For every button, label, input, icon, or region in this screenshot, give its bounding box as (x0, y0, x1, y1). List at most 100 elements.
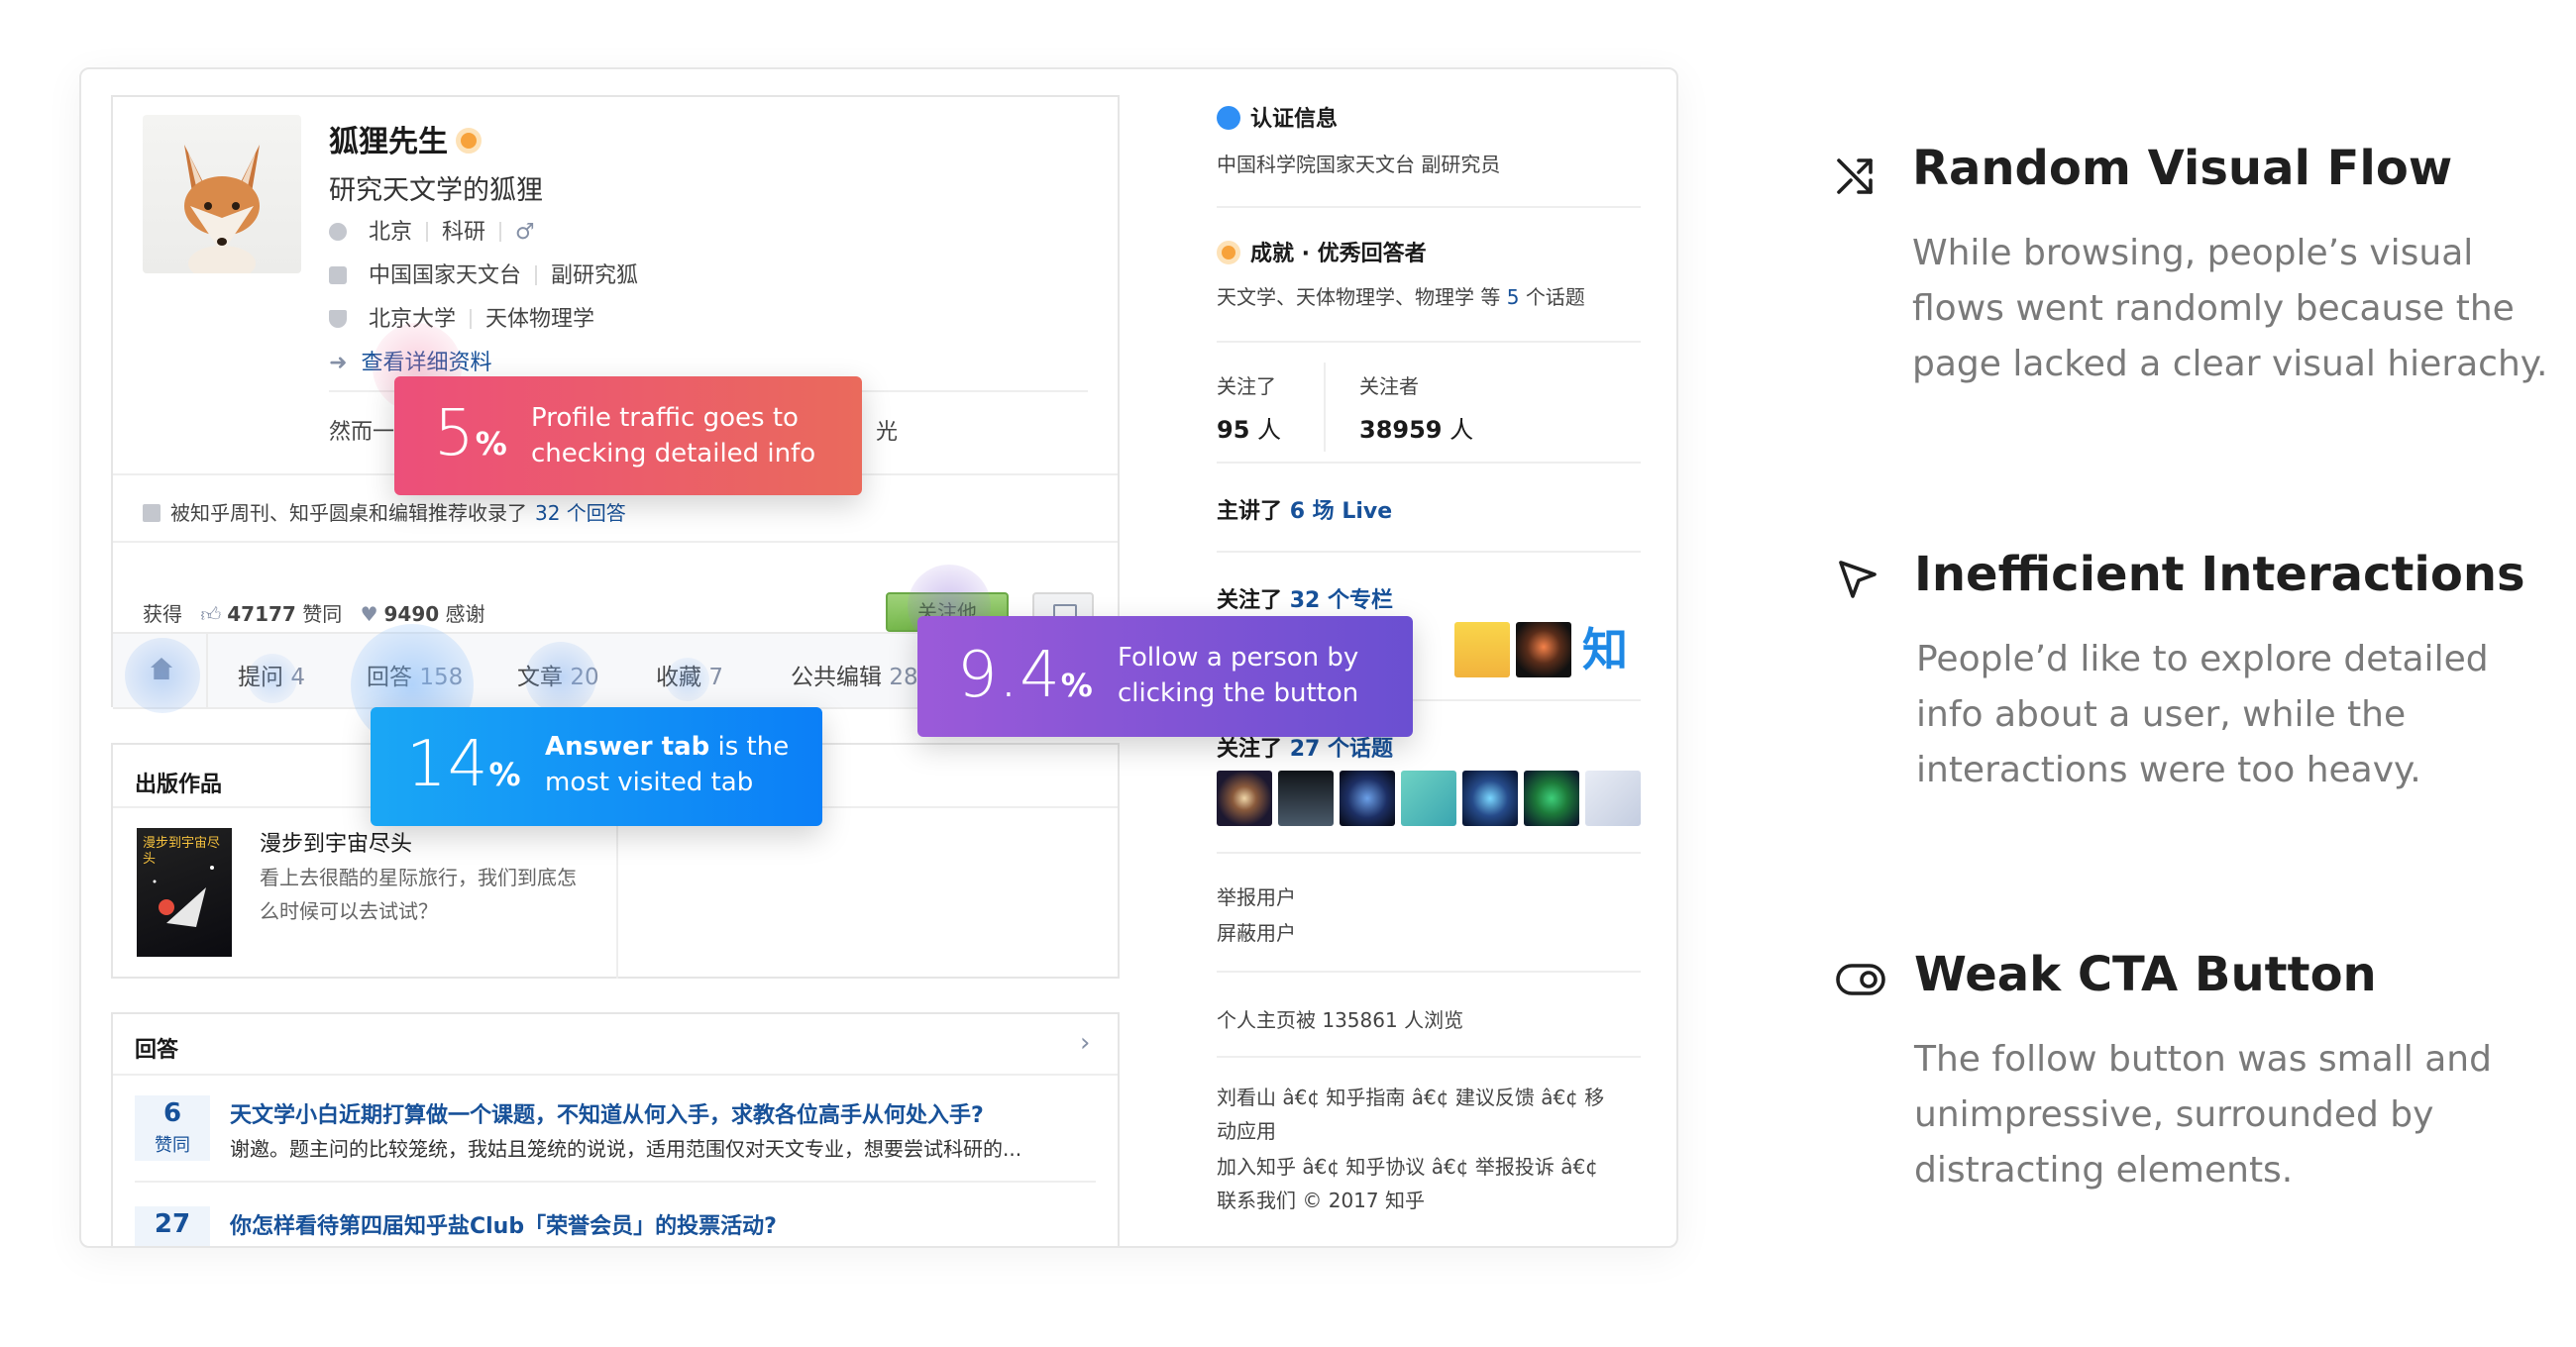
heatmap-spot (248, 654, 297, 703)
achievement-title: 成就 · 优秀回答者 (1250, 242, 1427, 266)
column-thumbnail[interactable] (1454, 622, 1510, 677)
chevron-right-icon[interactable]: › (1080, 1028, 1090, 1058)
achievement-row: 成就 · 优秀回答者 (1217, 236, 1427, 267)
insight-title: Inefficient Interactions (1914, 547, 2525, 602)
heart-icon: ♥ (360, 602, 378, 626)
topic-thumbnail[interactable] (1401, 771, 1456, 826)
tab-public-edits[interactable]: 公共编辑 284 (791, 658, 932, 691)
insight-body: People’d like to explore detailed info ab… (1916, 639, 2489, 790)
likes-label: 赞同 (302, 602, 343, 626)
employer-text: 中国国家天文台 (369, 263, 522, 288)
recommend-text: 被知乎周刊、知乎圆桌和编辑推荐收录了 (170, 501, 527, 525)
profile-screenshot: 狐狸先生 研究天文学的狐狸 北京 科研 ♂ 中国国家天文台 副研究狐 北京大学 天体物理… (79, 67, 1678, 1248)
stats-row: 获得 👍︎ 47177 赞同 ♥ 9490 感谢 (143, 598, 485, 627)
fox-avatar-illustration (184, 145, 260, 273)
divider (1217, 852, 1641, 854)
report-user-link[interactable]: 举报用户 (1217, 881, 1296, 910)
profile-name: 狐狸先生 (329, 117, 482, 160)
divider (1217, 551, 1641, 553)
divider (1217, 462, 1641, 464)
topic-thumbnail[interactable] (1462, 771, 1518, 826)
topic-thumbnail[interactable] (1585, 771, 1641, 826)
answer-question-link[interactable]: 你怎样看待第四届知乎盐Club「荣誉会员」的投票活动? (230, 1208, 777, 1240)
followers-count[interactable]: 38959 人 (1359, 410, 1473, 445)
columns-row[interactable]: 关注了 32 个专栏 (1217, 582, 1393, 614)
insight-body: While browsing, people’s visual flows wen… (1912, 233, 2548, 384)
topic-thumbnail[interactable] (1278, 771, 1334, 826)
divider (1217, 206, 1641, 208)
book-description: 看上去很酷的星际旅行，我们到底怎 (260, 866, 577, 889)
callout-percent: 9.4% (957, 639, 1094, 712)
thumbs-up-icon: 👍︎ (200, 602, 222, 626)
briefcase-icon (329, 266, 347, 284)
achievement-badge-icon (1217, 241, 1240, 264)
zhihu-logo-icon[interactable]: 知 (1577, 622, 1633, 677)
topic-thumbnail[interactable] (1340, 771, 1395, 826)
topic-thumbnail[interactable] (1524, 771, 1579, 826)
bookmark-icon (143, 504, 161, 522)
divider (1217, 341, 1641, 343)
divider (616, 806, 618, 979)
male-gender-icon: ♂ (515, 220, 535, 245)
topic-thumbnails (1217, 771, 1641, 826)
bio-start: 然而一 (329, 420, 395, 445)
answer-question-link[interactable]: 天文学小白近期打算做一个课题，不知道从何入手，求教各位高手从何处入手? (230, 1097, 984, 1129)
thanks-count: 9490 (383, 602, 440, 626)
cert-row: 认证信息 (1217, 101, 1338, 133)
callout-text: checking detailed info (531, 439, 816, 468)
callout-percent: 14% (406, 728, 522, 801)
major-text: 天体物理学 (485, 307, 595, 332)
block-user-link[interactable]: 屏蔽用户 (1217, 917, 1296, 946)
divider (113, 541, 1118, 543)
callout-text: Answer tab is the (545, 732, 790, 762)
avatar (143, 115, 301, 273)
heatmap-spot (125, 638, 200, 713)
rocket-illustration (153, 866, 214, 927)
callout-text: Follow a person by (1118, 643, 1359, 673)
book-description: 么时候可以去试试？ (260, 899, 438, 923)
footer-links[interactable]: 加入知乎 â€¢ 知乎协议 â€¢ 举报投诉 â€¢ (1217, 1151, 1598, 1180)
book-title[interactable]: 漫步到宇宙尽头 (260, 826, 412, 858)
recommend-row: 被知乎周刊、知乎圆桌和编辑推荐收录了 32 个回答 (143, 497, 626, 526)
location-pin-icon (329, 223, 347, 241)
cert-title: 认证信息 (1250, 107, 1339, 132)
footer-links[interactable]: 动应用 (1217, 1115, 1276, 1144)
achievement-desc: 天文学、天体物理学、物理学 等 5 个话题 (1217, 285, 1585, 309)
divider (470, 309, 473, 329)
callout-percent: 5% (434, 397, 508, 470)
shuffle-icon (1837, 158, 1873, 194)
case-study-slide: 狐狸先生 研究天文学的狐狸 北京 科研 ♂ 中国国家天文台 副研究狐 北京大学 天体物理… (0, 0, 2576, 1347)
answer-vote-count[interactable]: 27赞同 (135, 1206, 210, 1246)
followers-label: 关注者 (1359, 374, 1419, 398)
answer-vote-count[interactable]: 6 赞同 (135, 1095, 210, 1161)
thanks-label: 感谢 (445, 602, 485, 626)
verified-badge-icon (1217, 106, 1240, 130)
callout-text: clicking the button (1118, 678, 1359, 708)
column-thumbnails: 知 (1454, 622, 1633, 677)
heatmap-spot (525, 642, 596, 713)
divider (499, 222, 502, 242)
arrow-right-icon: ➜ (329, 351, 348, 375)
divider (1217, 1056, 1641, 1058)
book-cover[interactable]: 漫步到宇宙尽头 (137, 828, 232, 957)
graduation-cap-icon (329, 310, 347, 328)
live-row[interactable]: 主讲了 6 场 Live (1217, 493, 1392, 525)
excellence-badge-icon (456, 128, 482, 154)
toggle-icon (1836, 964, 1885, 995)
recommended-answers-link[interactable]: 32 个回答 (535, 501, 626, 525)
industry-text: 科研 (442, 220, 486, 245)
heatmap-spot (666, 658, 709, 701)
divider (1217, 971, 1641, 973)
divider (1324, 363, 1326, 452)
topic-thumbnail[interactable] (1217, 771, 1272, 826)
bio-end: 光 (876, 420, 899, 445)
following-count[interactable]: 95 人 (1217, 410, 1281, 445)
education-row: 北京大学 天体物理学 (329, 301, 594, 333)
likes-count: 47177 (227, 602, 296, 626)
callout-answer-tab: 14% Answer tab is the most visited tab (371, 707, 822, 826)
answers-panel: 回答 › 6 赞同 天文学小白近期打算做一个课题，不知道从何入手，求教各位高手从何… (111, 1012, 1120, 1246)
answer-excerpt: 谢邀。题主问的比较笼统，我姑且笼统的说说，适用范围仅对天文专业，想要尝试科研的.… (230, 1137, 1022, 1161)
callout-text: Profile traffic goes to (531, 403, 799, 433)
column-thumbnail[interactable] (1516, 622, 1571, 677)
footer-links[interactable]: 刘看山 â€¢ 知乎指南 â€¢ 建议反馈 â€¢ 移 (1217, 1082, 1604, 1110)
